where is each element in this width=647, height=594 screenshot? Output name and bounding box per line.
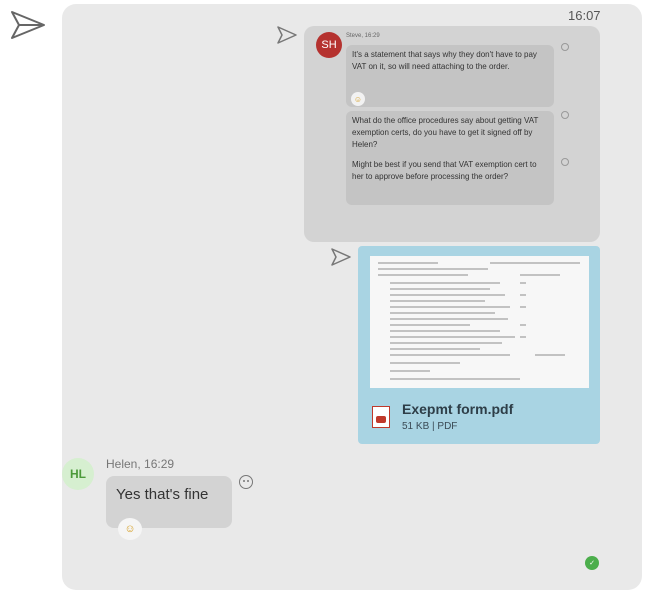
sender-name-time: Steve, 16:29 (346, 33, 380, 39)
message-text: What do the office procedures say about … (352, 116, 539, 149)
reaction-emoji-icon[interactable]: ☺ (351, 92, 365, 106)
message-text: It's a statement that says why they don'… (352, 50, 537, 71)
avatar-helen[interactable]: HL (62, 458, 94, 490)
avatar-steve[interactable]: SH (316, 32, 342, 58)
online-status-icon: ✓ (585, 556, 599, 570)
read-receipt-icon (561, 43, 569, 51)
file-size-type: 51 KB | PDF (402, 421, 458, 432)
sender-name-time: Helen, 16:29 (106, 457, 175, 471)
message-bubble[interactable]: It's a statement that says why they don'… (346, 45, 554, 107)
message-time: 16:07 (568, 8, 601, 23)
document-preview[interactable] (370, 256, 589, 388)
sent-indicator-icon (277, 26, 297, 44)
reaction-smiley-icon[interactable] (239, 475, 253, 489)
file-name[interactable]: Exepmt form.pdf (402, 401, 513, 417)
send-icon[interactable] (10, 10, 46, 40)
read-receipt-icon (561, 158, 569, 166)
pdf-file-icon (372, 406, 390, 428)
message-bubble[interactable]: What do the office procedures say about … (346, 111, 554, 205)
sent-indicator-icon (331, 248, 351, 266)
reaction-emoji-icon[interactable]: ☺ (118, 518, 142, 540)
message-text: Yes that's fine (116, 486, 209, 503)
read-receipt-icon (561, 111, 569, 119)
message-text: Might be best if you send that VAT exemp… (352, 160, 537, 181)
